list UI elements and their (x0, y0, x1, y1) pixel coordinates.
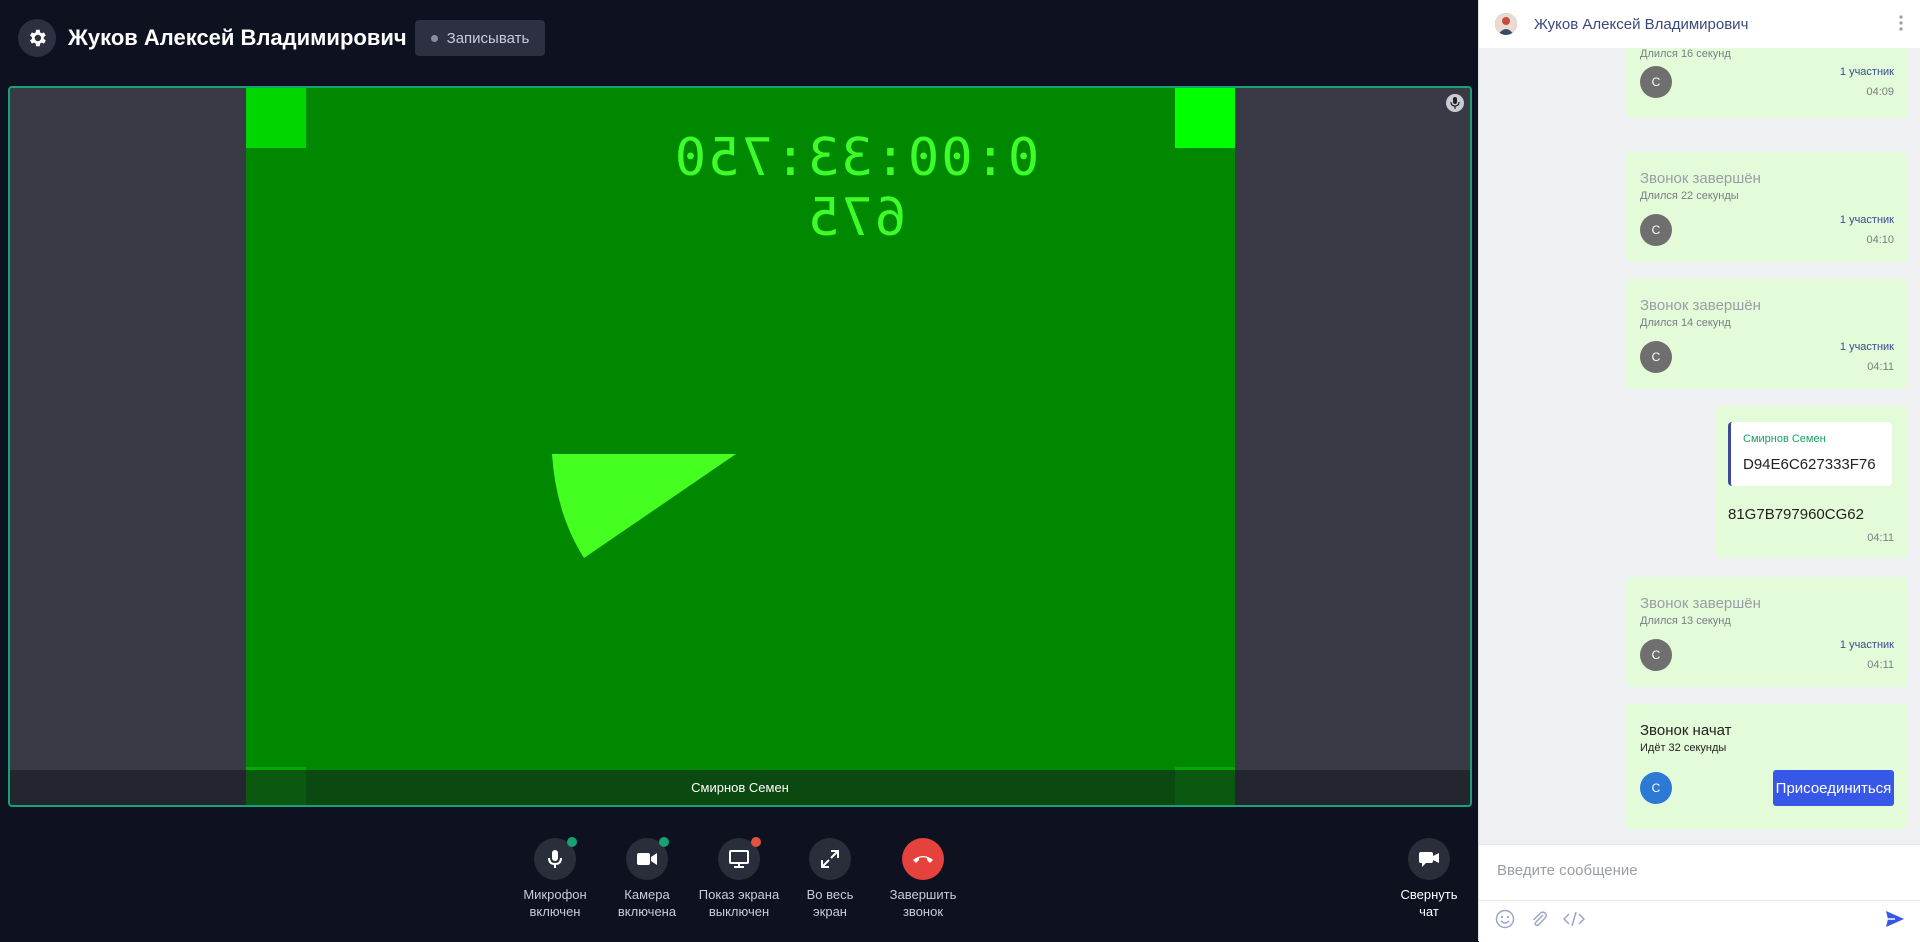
expand-icon (821, 850, 839, 868)
camera-button[interactable] (626, 837, 669, 880)
more-options-icon[interactable] (1899, 15, 1903, 31)
call-status-title: Звонок начат (1640, 722, 1732, 739)
call-duration: Идёт 32 секунды (1640, 742, 1727, 754)
chat-header: Жуков Алексей Владимирович (1479, 0, 1920, 49)
call-ended-message: Звонок завершён Длился 22 секунды С 1 уч… (1626, 152, 1908, 262)
end-call-button[interactable] (902, 838, 944, 880)
avatar: С (1640, 214, 1672, 246)
call-ended-message: Длился 16 секунд С 1 участник 04:09 (1626, 48, 1908, 118)
emoji-icon[interactable] (1495, 909, 1515, 929)
participant-name-bar: Смирнов Семен (10, 770, 1470, 805)
collapse-chat-toggle[interactable]: Свернуть чат (1384, 838, 1474, 920)
avatar: С (1640, 66, 1672, 98)
status-badge (751, 837, 761, 847)
call-title: Жуков Алексей Владимирович (68, 25, 407, 50)
call-status-title: Звонок завершён (1640, 170, 1761, 187)
message-time: 04:11 (1867, 532, 1894, 544)
message-time: 04:11 (1867, 361, 1894, 373)
message-composer (1479, 844, 1920, 942)
control-label: Во весь экран (806, 887, 854, 919)
call-ended-message: Звонок завершён Длился 13 секунд С 1 уча… (1626, 577, 1908, 687)
quoted-message[interactable]: Смирнов Семен D94E6C627333F76 (1728, 422, 1892, 486)
participant-count[interactable]: 1 участник (1840, 341, 1894, 353)
settings-button[interactable] (18, 19, 56, 57)
screen-share-toggle[interactable]: Показ экрана выключен (694, 837, 784, 920)
control-label: Микрофон включен (523, 887, 587, 919)
status-badge (567, 837, 577, 847)
control-label: Свернуть чат (1400, 887, 1458, 919)
phone-hangup-icon (913, 856, 933, 863)
call-controls: Микрофон включен Камера включена Показ экр… (0, 837, 1478, 938)
record-label: Записывать (446, 29, 530, 47)
test-pattern-corner (1175, 88, 1235, 148)
fullscreen-toggle[interactable]: Во весь экран (785, 838, 875, 920)
message-time: 04:09 (1866, 86, 1894, 98)
video-chat-icon (1419, 852, 1439, 867)
avatar: С (1640, 341, 1672, 373)
collapse-chat-button[interactable] (1408, 838, 1450, 880)
chat-title[interactable]: Жуков Алексей Владимирович (1534, 16, 1748, 33)
test-pattern-sector (552, 454, 736, 558)
avatar: С (1640, 639, 1672, 671)
participant-name: Смирнов Семен (691, 780, 789, 795)
microphone-toggle[interactable]: Микрофон включен (510, 837, 600, 920)
call-duration: Длился 14 секунд (1640, 317, 1731, 329)
message-text: 81G7B797960CG62 (1728, 506, 1864, 523)
fullscreen-button[interactable] (809, 838, 851, 880)
end-call-toggle[interactable]: Завершить звонок (878, 838, 968, 920)
quoted-text: D94E6C627333F76 (1743, 456, 1876, 473)
participant-count[interactable]: 1 участник (1840, 639, 1894, 651)
microphone-button[interactable] (534, 837, 577, 880)
message-list[interactable]: Длился 16 секунд С 1 участник 04:09 Звон… (1479, 48, 1920, 844)
reply-message: Смирнов Семен D94E6C627333F76 81G7B79796… (1715, 406, 1908, 558)
send-icon[interactable] (1885, 909, 1905, 929)
participant-count[interactable]: 1 участник (1840, 66, 1894, 78)
control-label: Камера включена (617, 887, 677, 919)
call-ended-message: Звонок завершён Длился 14 секунд С 1 уча… (1626, 279, 1908, 389)
code-icon[interactable] (1563, 909, 1585, 929)
call-duration: Длился 16 секунд (1640, 48, 1731, 60)
record-button[interactable]: Записывать (414, 20, 546, 56)
call-status-title: Звонок завершён (1640, 297, 1761, 314)
participant-count[interactable]: 1 участник (1840, 214, 1894, 226)
divider (1479, 900, 1920, 901)
video-tile[interactable]: 0:00:33:750 675 Смирнов Семен (8, 86, 1472, 807)
control-label: Показ экрана выключен (698, 887, 780, 919)
record-dot-icon (430, 34, 438, 42)
video-timecode: 0:00:33:750 675 (672, 128, 1040, 248)
call-status-title: Звонок завершён (1640, 595, 1761, 612)
status-badge (659, 837, 669, 847)
video-camera-icon (637, 853, 657, 865)
call-topbar: Жуков Алексей Владимирович Записывать (18, 18, 546, 58)
video-stream: 0:00:33:750 675 (246, 88, 1235, 805)
message-time: 04:11 (1867, 659, 1894, 671)
tile-mic-status-icon (1446, 94, 1464, 112)
call-duration: Длился 22 секунды (1640, 190, 1739, 202)
avatar[interactable] (1495, 13, 1517, 35)
test-pattern-corner (246, 88, 306, 148)
paperclip-icon[interactable] (1529, 909, 1549, 929)
call-duration: Длился 13 секунд (1640, 615, 1731, 627)
microphone-icon (548, 850, 562, 868)
monitor-icon (729, 850, 749, 868)
call-area: Жуков Алексей Владимирович Записывать 0:… (0, 0, 1478, 941)
avatar: С (1640, 772, 1672, 804)
quoted-author: Смирнов Семен (1743, 433, 1826, 445)
screen-share-button[interactable] (718, 837, 761, 880)
camera-toggle[interactable]: Камера включена (602, 837, 692, 920)
message-time: 04:10 (1866, 234, 1894, 246)
message-input[interactable] (1495, 861, 1899, 880)
control-label: Завершить звонок (889, 887, 957, 919)
chat-panel: Жуков Алексей Владимирович Длился 16 сек… (1478, 0, 1920, 942)
join-call-button[interactable]: Присоединиться (1773, 770, 1894, 806)
active-call-message: Звонок начат Идёт 32 секунды С Присоедин… (1626, 704, 1908, 829)
gear-icon (30, 29, 46, 47)
